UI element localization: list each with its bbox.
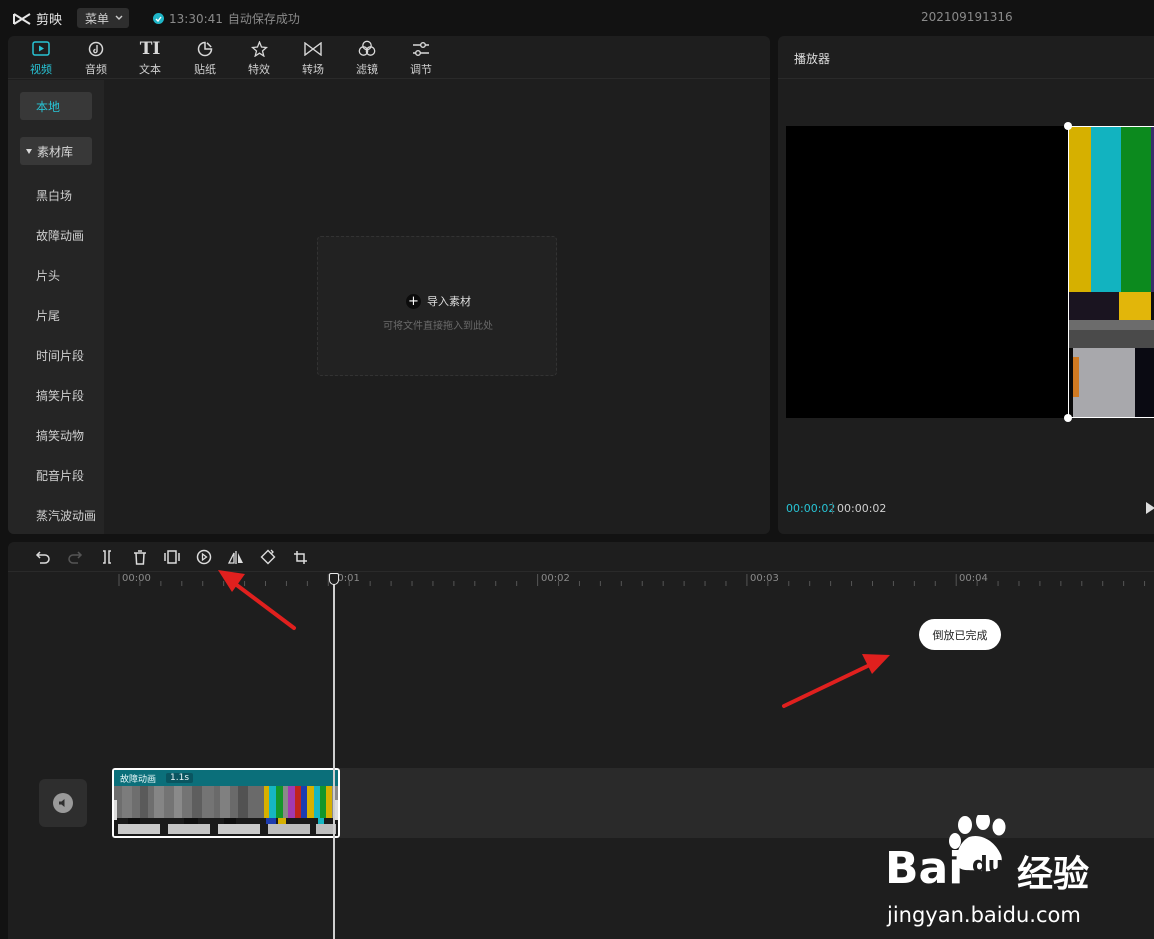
- baidu-jingyan-watermark: Bai du 经验 jingyan.baidu.com: [885, 815, 1154, 930]
- annotation-arrow: [782, 654, 890, 708]
- watermark-url: jingyan.baidu.com: [887, 903, 1081, 927]
- app-window: 剪映 菜单 13:30:41 自动保存成功 202109191316 视频 音频…: [0, 0, 1154, 939]
- annotation-arrow: [218, 570, 296, 630]
- watermark-brand: Bai: [885, 843, 964, 894]
- annotation-arrows: [218, 570, 890, 708]
- watermark-cn: 经验: [1017, 854, 1090, 895]
- watermark-brand-suffix: du: [972, 853, 1004, 878]
